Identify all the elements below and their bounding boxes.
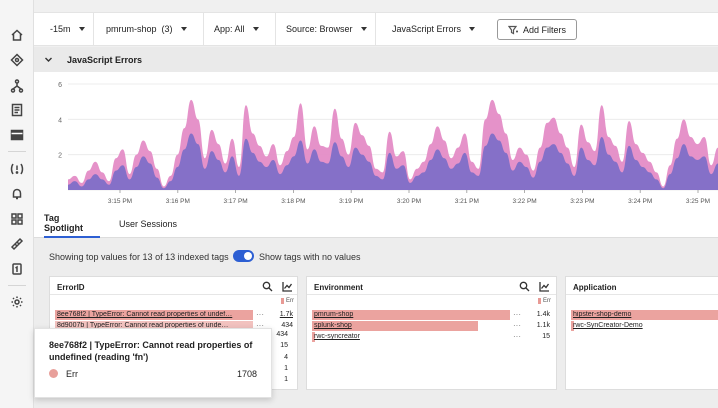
synthetics-icon[interactable]	[9, 236, 25, 252]
database-icon[interactable]	[9, 261, 25, 277]
application-label[interactable]: hipster-shop-demo	[573, 311, 713, 318]
settings-icon[interactable]	[9, 294, 25, 310]
series-color-swatch	[49, 369, 58, 378]
chevron-down-icon	[180, 27, 187, 31]
search-icon[interactable]	[262, 281, 274, 293]
left-nav-rail	[0, 0, 34, 408]
errors-filter-label: JavaScript Errors	[392, 24, 462, 34]
add-filters-button[interactable]: Add Filters	[497, 19, 577, 40]
line-chart-icon[interactable]	[539, 281, 551, 293]
x-tick-label: 3:22 PM	[512, 198, 536, 205]
x-tick-label: 3:20 PM	[397, 198, 421, 205]
source-filter-dropdown[interactable]: Source: Browser	[276, 13, 376, 45]
tooltip-value: 1708	[236, 369, 257, 379]
list-item[interactable]: hipster-shop-demo	[566, 310, 718, 320]
toggle-label: Show tags with no values	[259, 252, 361, 262]
tooltip-title: 8ee768f2 | TypeError: Cannot read proper…	[49, 340, 253, 362]
chart-header: JavaScript Errors	[34, 47, 718, 72]
x-tick-label: 3:18 PM	[281, 198, 305, 205]
tooltip-series-name: Err	[66, 369, 78, 379]
environment-label[interactable]: pmrum-shop	[314, 311, 504, 318]
time-range-dropdown[interactable]: -15m	[40, 13, 94, 45]
environment-count: 1.1k	[536, 322, 550, 329]
x-tick-label: 3:21 PM	[455, 198, 479, 205]
chevron-down-icon	[78, 27, 85, 31]
chevron-down-icon	[469, 27, 476, 31]
error-tooltip: 8ee768f2 | TypeError: Cannot read proper…	[34, 328, 272, 398]
app-filter-label: App: All	[214, 24, 245, 34]
log-icon[interactable]	[9, 102, 25, 118]
y-tick-label: 4	[58, 117, 62, 124]
err-legend-label: Err	[286, 298, 294, 304]
tab-bar: Tag Spotlight User Sessions	[34, 210, 718, 238]
chevron-down-icon	[360, 27, 367, 31]
error-count[interactable]: 1.7k	[263, 311, 293, 318]
time-range-label: -15m	[50, 24, 71, 34]
add-filters-label: Add Filters	[522, 24, 566, 35]
environment-count: 15	[542, 333, 550, 340]
errors-filter-dropdown[interactable]: JavaScript Errors	[382, 13, 490, 45]
app-name: pmrum-shop	[106, 24, 157, 34]
line-chart-icon[interactable]	[282, 281, 294, 293]
y-tick-label: 2	[58, 153, 62, 160]
x-tick-label: 3:23 PM	[570, 198, 594, 205]
filter-icon	[507, 25, 518, 34]
environment-label[interactable]: rwc-syncreator	[314, 333, 474, 340]
application-label[interactable]: rwc-SynCreator-Demo	[573, 322, 713, 329]
error-id-label[interactable]: 8ee768f2 | TypeError: Cannot read proper…	[57, 311, 249, 318]
list-item[interactable]: pmrum-shop ··· 1.4k	[307, 310, 558, 320]
chevron-down-icon	[252, 27, 259, 31]
alert-icon[interactable]	[9, 161, 25, 177]
card-title: Environment	[314, 283, 363, 292]
tab-tag-spotlight-label: Tag Spotlight	[44, 213, 83, 233]
tab-tag-spotlight[interactable]: Tag Spotlight	[44, 210, 100, 238]
show-empty-tags-toggle[interactable]	[233, 250, 254, 262]
card-title: ErrorID	[57, 283, 85, 292]
x-tick-label: 3:25 PM	[686, 198, 710, 205]
tab-user-sessions[interactable]: User Sessions	[119, 210, 177, 238]
filter-bar: -15m pmrum-shop (3) App: All Source: Bro…	[34, 12, 718, 46]
application-card: Application hipster-shop-demo rwc-SynCre…	[565, 276, 718, 390]
x-tick-label: 3:24 PM	[628, 198, 652, 205]
environment-card: Environment Err pmrum-shop ··· 1.4k splu…	[306, 276, 557, 390]
showing-text: Showing top values for 13 of 13 indexed …	[49, 252, 229, 262]
x-tick-label: 3:19 PM	[339, 198, 363, 205]
err-legend: Err	[538, 298, 551, 304]
javascript-errors-chart-panel: JavaScript Errors 2 4 6 3:15 PM 3:16 PM 3:17 …	[34, 47, 718, 210]
infrastructure-icon[interactable]	[9, 52, 25, 68]
tab-user-sessions-label: User Sessions	[119, 219, 178, 229]
list-item[interactable]: 8ee768f2 | TypeError: Cannot read proper…	[50, 310, 299, 320]
list-item[interactable]: splunk-shop ··· 1.1k	[307, 321, 558, 331]
environment-label[interactable]: splunk-shop	[314, 322, 474, 329]
err-legend: Err	[281, 298, 294, 304]
search-icon[interactable]	[519, 281, 531, 293]
environment-count: 1.4k	[536, 311, 550, 318]
list-item[interactable]: rwc-syncreator ··· 15	[307, 332, 558, 342]
list-item[interactable]: rwc-SynCreator-Demo	[566, 321, 718, 331]
bell-icon[interactable]	[9, 186, 25, 202]
app-count: (3)	[161, 24, 173, 34]
app-filter-dropdown[interactable]: App: All	[204, 13, 276, 45]
collapse-chevron-icon[interactable]	[44, 55, 53, 64]
dashboards-icon[interactable]	[9, 211, 25, 227]
card-title: Application	[573, 283, 617, 292]
x-tick-label: 3:16 PM	[166, 198, 190, 205]
x-tick-label: 3:17 PM	[223, 198, 247, 205]
err-legend-label: Err	[543, 298, 551, 304]
apm-icon[interactable]	[9, 78, 25, 94]
home-icon[interactable]	[9, 27, 25, 43]
errors-area-chart[interactable]: 2 4 6 3:15 PM 3:16 PM 3:17 PM 3:18 PM 3:19 PM 3:…	[34, 72, 718, 210]
y-tick-label: 6	[58, 82, 62, 89]
app-selector-dropdown[interactable]: pmrum-shop (3)	[96, 13, 204, 45]
source-filter-label: Source: Browser	[286, 24, 353, 34]
rum-icon[interactable]	[9, 127, 25, 143]
chart-title: JavaScript Errors	[67, 54, 143, 65]
x-tick-label: 3:15 PM	[108, 198, 132, 205]
